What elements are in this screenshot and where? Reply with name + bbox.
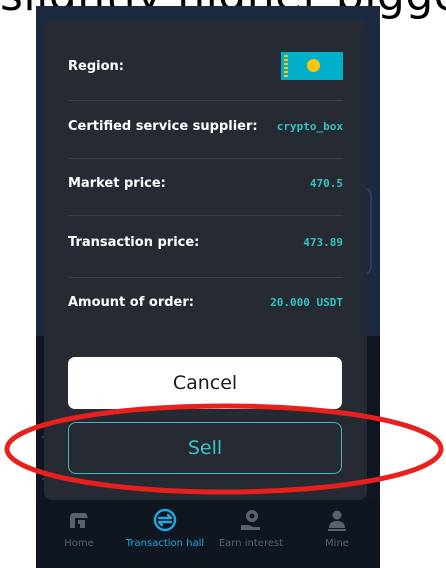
flag-ornament bbox=[284, 55, 288, 77]
flag-sun bbox=[307, 59, 320, 72]
market-price-label: Market price: bbox=[68, 175, 166, 191]
exchange-icon bbox=[153, 508, 177, 532]
supplier-row: Certified service supplier: crypto_box bbox=[68, 106, 343, 146]
transaction-price-value: 473.89 bbox=[303, 235, 343, 249]
row-divider bbox=[68, 277, 343, 278]
supplier-label: Certified service supplier: bbox=[68, 118, 258, 134]
tab-earn-interest-label: Earn interest bbox=[218, 538, 284, 549]
market-price-row: Market price: 470.5 bbox=[68, 163, 343, 203]
bottom-tab-bar: Home Transaction hall Earn interest Mine bbox=[36, 500, 380, 568]
tab-transaction-hall[interactable]: Transaction hall bbox=[122, 500, 208, 568]
row-divider bbox=[68, 215, 343, 216]
home-g-icon bbox=[70, 513, 88, 528]
market-price-value: 470.5 bbox=[309, 176, 343, 190]
user-icon bbox=[328, 510, 346, 531]
tab-mine-label: Mine bbox=[325, 538, 349, 549]
tab-home-label: Home bbox=[64, 538, 94, 549]
tab-mine[interactable]: Mine bbox=[294, 500, 380, 568]
transaction-price-label: Transaction price: bbox=[68, 234, 200, 250]
supplier-value: crypto_box bbox=[276, 119, 343, 133]
transaction-price-row: Transaction price: 473.89 bbox=[68, 222, 343, 262]
region-row: Region: bbox=[68, 46, 343, 86]
order-amount-row: Amount of order: 20.000 USDT bbox=[68, 282, 343, 322]
order-amount-label: Amount of order: bbox=[68, 294, 194, 310]
tab-home[interactable]: Home bbox=[36, 500, 122, 568]
order-amount-value: 20.000 USDT bbox=[270, 295, 343, 309]
row-divider bbox=[68, 100, 343, 101]
tab-earn-interest[interactable]: Earn interest bbox=[208, 500, 294, 568]
screenshot-stage: slightly higher bigge Region: Certified … bbox=[0, 0, 446, 568]
tab-transaction-hall-label: Transaction hall bbox=[125, 538, 205, 549]
cancel-button[interactable]: Cancel bbox=[68, 357, 342, 409]
row-divider bbox=[68, 158, 343, 159]
coin-hand-icon bbox=[241, 510, 260, 530]
sell-button[interactable]: Sell bbox=[68, 422, 342, 474]
region-label: Region: bbox=[68, 58, 124, 74]
kazakhstan-flag-icon bbox=[281, 52, 343, 80]
